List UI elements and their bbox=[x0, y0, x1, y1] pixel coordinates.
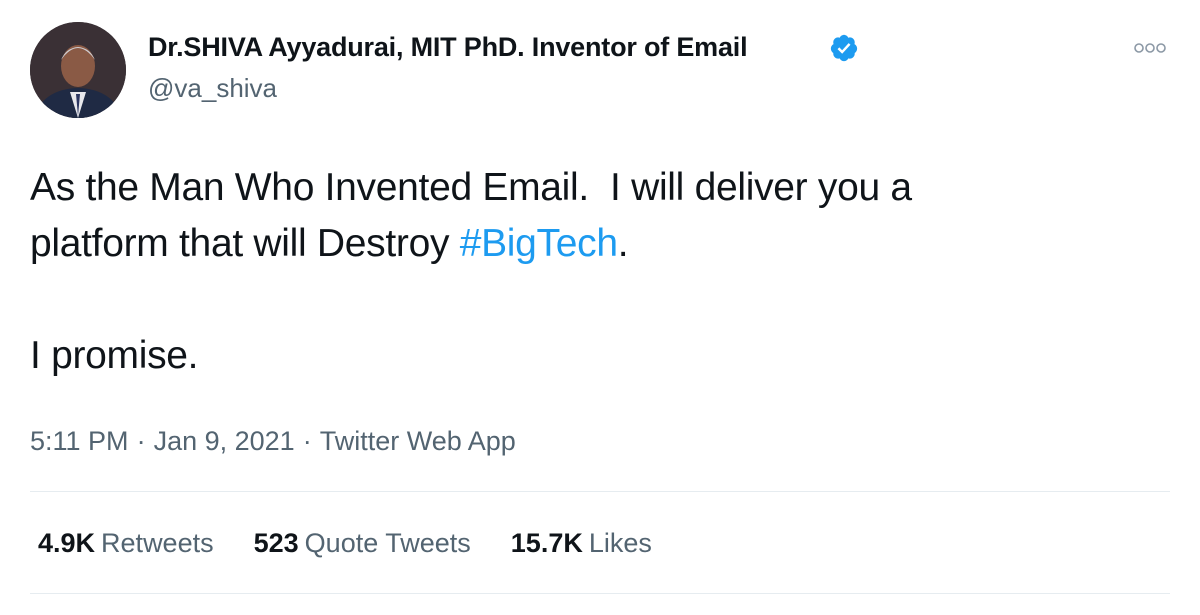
quote-tweets-label: Quote Tweets bbox=[304, 528, 471, 558]
likes-count: 15.7K bbox=[510, 528, 583, 558]
likes-label: Likes bbox=[588, 528, 652, 558]
author-display-name[interactable]: Dr.SHIVA Ayyadurai, MIT PhD. Inventor of… bbox=[148, 32, 748, 63]
meta-separator: · bbox=[136, 426, 146, 456]
more-options-button[interactable] bbox=[1128, 30, 1172, 66]
tweet-text-line: . bbox=[617, 222, 629, 265]
tweet-meta: 5:11 PM · Jan 9, 2021 · Twitter Web App bbox=[30, 426, 516, 457]
meta-separator: · bbox=[302, 426, 312, 456]
retweets-count: 4.9K bbox=[38, 528, 96, 558]
tweet-text: As the Man Who Invented Email. I will de… bbox=[30, 160, 1160, 384]
avatar[interactable] bbox=[30, 22, 126, 118]
quote-tweets-stat[interactable]: 523 Quote Tweets bbox=[254, 528, 471, 559]
quote-tweets-count: 523 bbox=[253, 528, 299, 558]
tweet-text-line: I promise. bbox=[30, 334, 199, 377]
likes-stat[interactable]: 15.7K Likes bbox=[511, 528, 652, 559]
tweet-text-line: As the Man Who Invented Email. I will de… bbox=[30, 166, 912, 209]
author-handle[interactable]: @va_shiva bbox=[148, 73, 277, 104]
tweet-time-link[interactable]: 5:11 PM bbox=[30, 426, 129, 456]
tweet-text-line: platform that will Destroy bbox=[30, 222, 460, 265]
divider bbox=[30, 593, 1170, 594]
tweet-stats: 4.9K Retweets 523 Quote Tweets 15.7K Likes bbox=[38, 528, 692, 559]
retweets-stat[interactable]: 4.9K Retweets bbox=[38, 528, 214, 559]
tweet-source-link[interactable]: Twitter Web App bbox=[320, 426, 516, 456]
hashtag-link[interactable]: #BigTech bbox=[460, 222, 618, 265]
divider bbox=[30, 491, 1170, 492]
verified-badge-icon bbox=[829, 33, 859, 63]
tweet-date-link[interactable]: Jan 9, 2021 bbox=[154, 426, 295, 456]
more-options-icon bbox=[1134, 43, 1166, 53]
retweets-label: Retweets bbox=[101, 528, 214, 558]
